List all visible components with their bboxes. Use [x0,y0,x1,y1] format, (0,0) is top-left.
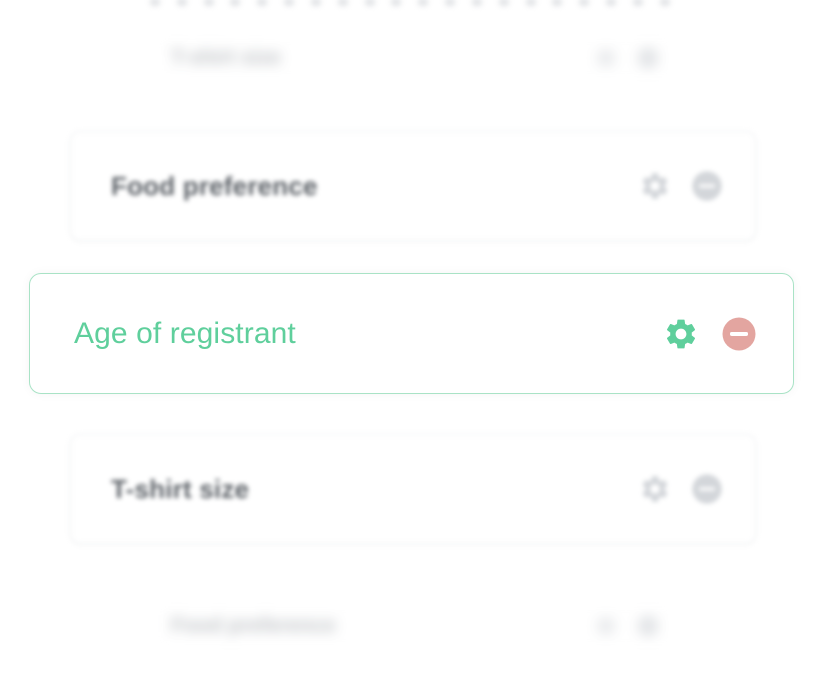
minus-circle-icon[interactable] [721,316,757,352]
gear-icon[interactable] [595,615,617,637]
field-actions [575,47,659,69]
field-label: T-shirt size [111,473,250,504]
minus-circle-icon[interactable] [691,473,723,505]
gear-icon[interactable] [639,170,671,202]
field-row-food-preference[interactable]: Food preference [70,131,756,241]
field-label: Age of registrant [74,316,296,350]
gear-icon[interactable] [595,47,617,69]
field-list-screen: T-shirt size Food preference Age of regi… [0,0,822,684]
field-row-tshirt-size-top[interactable]: T-shirt size [150,30,680,86]
gear-icon[interactable] [639,473,671,505]
top-drag-handle-dots [150,0,670,12]
field-label: T-shirt size [171,46,281,69]
field-row-tshirt-size[interactable]: T-shirt size [70,434,756,544]
field-actions [619,170,723,202]
field-row-food-preference-bottom[interactable]: Food preference [150,598,680,654]
field-label: Food preference [111,170,318,201]
field-row-age-of-registrant[interactable]: Age of registrant [29,273,794,394]
field-label: Food preference [171,614,336,637]
field-actions [641,316,757,352]
gear-icon[interactable] [663,316,699,352]
field-actions [619,473,723,505]
field-actions [575,615,659,637]
minus-circle-icon[interactable] [637,615,659,637]
minus-circle-icon[interactable] [691,170,723,202]
minus-circle-icon[interactable] [637,47,659,69]
